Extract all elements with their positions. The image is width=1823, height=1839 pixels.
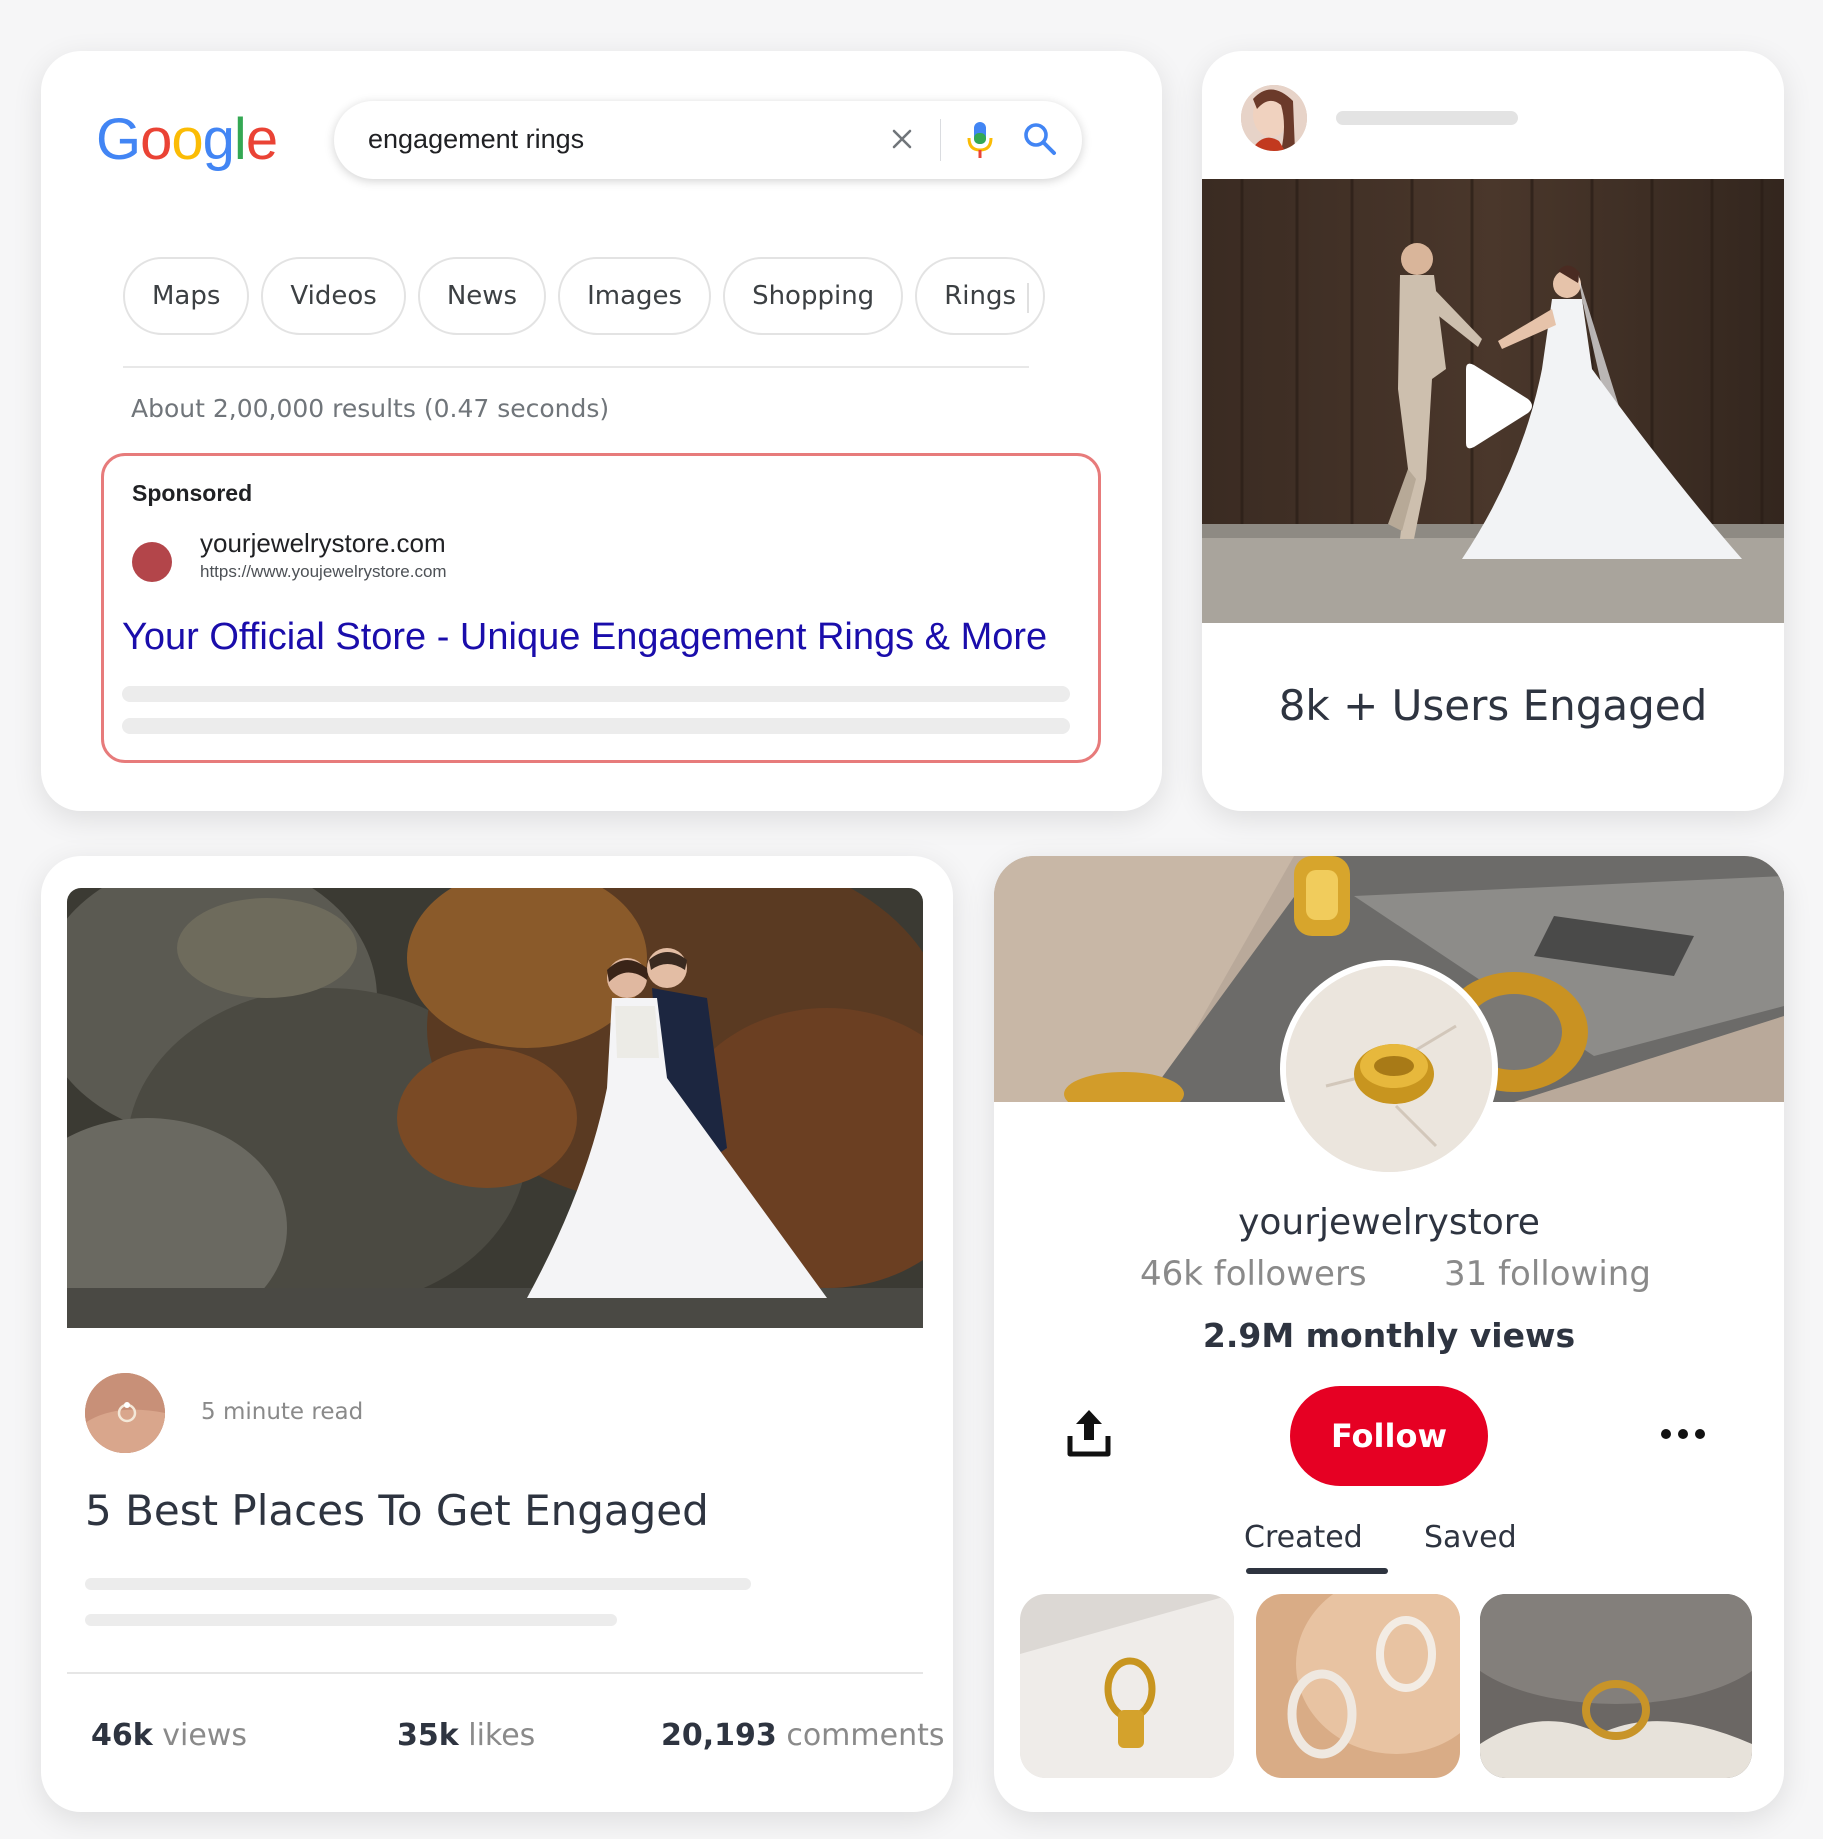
comments-stat: 20,193 comments xyxy=(661,1718,945,1753)
divider xyxy=(67,1672,923,1674)
author-avatar-image xyxy=(85,1373,165,1453)
views-count: 46k xyxy=(91,1718,153,1753)
profile-card: yourjewelrystore 46k followers 31 follow… xyxy=(994,856,1784,1812)
followers-count[interactable]: 46k followers xyxy=(1140,1254,1367,1294)
blog-title[interactable]: 5 Best Places To Get Engaged xyxy=(85,1486,709,1535)
engagement-caption: 8k + Users Engaged xyxy=(1278,681,1708,730)
following-count[interactable]: 31 following xyxy=(1444,1254,1651,1294)
author-avatar[interactable] xyxy=(85,1373,165,1453)
likes-count: 35k xyxy=(397,1718,459,1753)
likes-label: likes xyxy=(468,1718,536,1753)
play-icon[interactable] xyxy=(1436,351,1546,461)
profile-avatar[interactable] xyxy=(1280,960,1498,1178)
video-post-card: 8k + Users Engaged xyxy=(1202,51,1784,811)
results-count: About 2,00,000 results (0.47 seconds) xyxy=(131,394,610,423)
active-tab-indicator xyxy=(1246,1568,1388,1574)
description-placeholder xyxy=(122,718,1070,734)
likes-stat: 35k likes xyxy=(397,1718,535,1753)
search-input[interactable]: engagement rings xyxy=(368,124,584,155)
chip-news[interactable]: News xyxy=(417,257,547,335)
views-stat: 46k views xyxy=(91,1718,247,1753)
share-icon[interactable] xyxy=(1064,1406,1114,1462)
avatar-image xyxy=(1241,85,1307,151)
ad-url[interactable]: https://www.youjewelrystore.com xyxy=(200,562,447,582)
microphone-icon[interactable] xyxy=(962,119,998,161)
tab-saved[interactable]: Saved xyxy=(1424,1520,1517,1555)
chip-videos[interactable]: Videos xyxy=(261,257,406,335)
avatar[interactable] xyxy=(1241,85,1307,151)
divider xyxy=(123,366,1029,368)
chip-shopping[interactable]: Shopping xyxy=(723,257,904,335)
monthly-views: 2.9M monthly views xyxy=(1202,1316,1576,1355)
site-favicon xyxy=(132,542,172,582)
chip-rings[interactable]: Rings xyxy=(915,257,1046,335)
more-options-icon[interactable] xyxy=(1658,1424,1708,1444)
description-placeholder xyxy=(122,686,1070,702)
ad-title-link[interactable]: Your Official Store - Unique Engagement … xyxy=(122,616,1047,659)
blog-post-card[interactable]: 5 minute read 5 Best Places To Get Engag… xyxy=(41,856,953,1812)
pin-thumbnail[interactable] xyxy=(1256,1594,1460,1778)
follow-button[interactable]: Follow xyxy=(1290,1386,1488,1486)
profile-username: yourjewelrystore xyxy=(1238,1202,1540,1243)
excerpt-placeholder xyxy=(85,1578,751,1590)
ring-photo xyxy=(1020,1594,1234,1778)
search-bar[interactable]: engagement rings xyxy=(334,101,1082,179)
search-divider xyxy=(940,119,941,161)
sponsored-label: Sponsored xyxy=(132,480,253,506)
excerpt-placeholder xyxy=(85,1614,617,1626)
ring-photo xyxy=(1480,1594,1752,1778)
pin-thumbnail[interactable] xyxy=(1480,1594,1752,1778)
ad-domain[interactable]: yourjewelrystore.com xyxy=(200,528,446,559)
sponsored-result[interactable]: Sponsored yourjewelrystore.com https://w… xyxy=(101,453,1101,763)
blog-cover-image[interactable] xyxy=(67,888,923,1328)
username-placeholder xyxy=(1336,111,1518,125)
pin-thumbnail[interactable] xyxy=(1020,1594,1234,1778)
couple-photo xyxy=(67,888,923,1328)
video-player[interactable] xyxy=(1202,179,1784,623)
chip-maps[interactable]: Maps xyxy=(123,257,250,335)
chip-images[interactable]: Images xyxy=(558,257,712,335)
read-time: 5 minute read xyxy=(201,1399,364,1425)
comments-count: 20,193 xyxy=(661,1718,777,1753)
search-result-card: Google engagement rings Maps Videos News… xyxy=(41,51,1162,811)
comments-label: comments xyxy=(786,1718,945,1753)
chip-overflow-edge xyxy=(1027,283,1029,313)
ring-photo xyxy=(1256,1594,1460,1778)
google-logo[interactable]: Google xyxy=(96,106,278,173)
search-icon[interactable] xyxy=(1020,119,1060,159)
views-label: views xyxy=(162,1718,247,1753)
search-filter-chips: Maps Videos News Images Shopping Rings xyxy=(123,257,1046,337)
tab-created[interactable]: Created xyxy=(1244,1520,1363,1555)
close-icon[interactable] xyxy=(884,121,920,157)
profile-avatar-image xyxy=(1286,966,1492,1172)
